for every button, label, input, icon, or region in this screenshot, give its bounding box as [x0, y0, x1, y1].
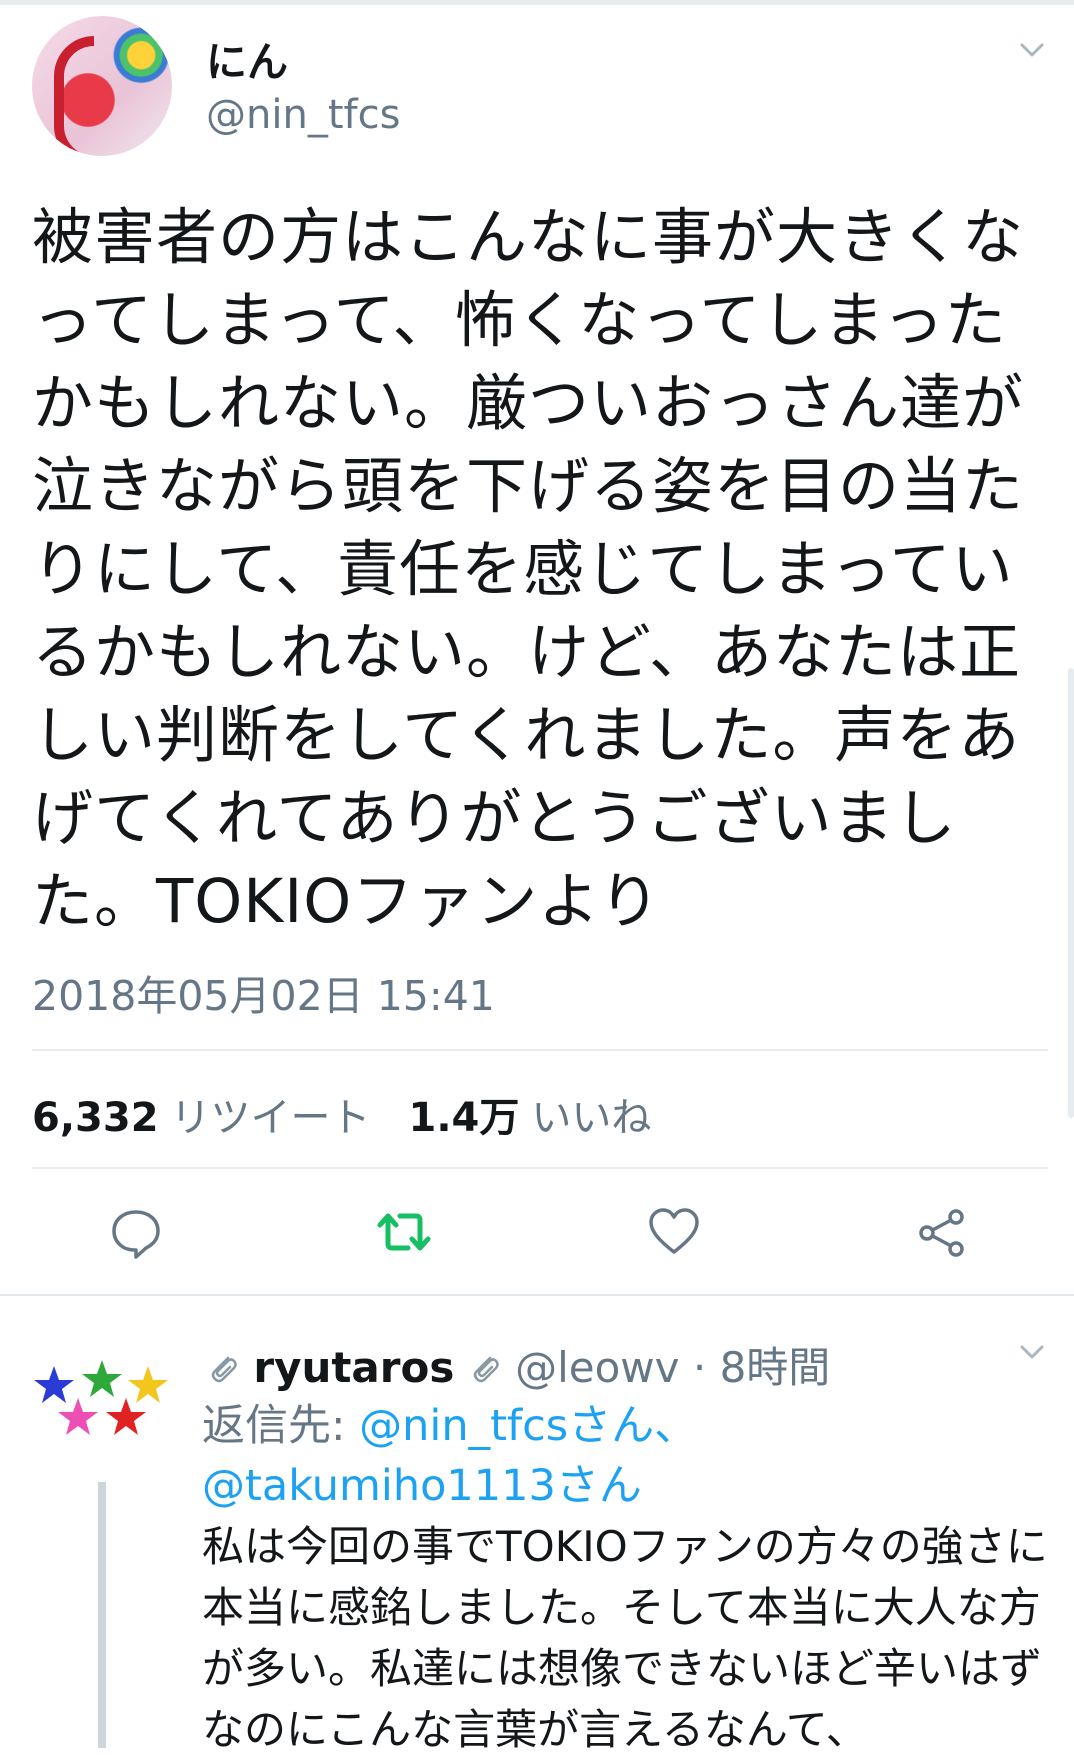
- mention-link[interactable]: @takumiho1113さん: [202, 1461, 642, 1511]
- chevron-down-icon[interactable]: [1018, 1338, 1046, 1366]
- dot-separator: ·: [692, 1343, 707, 1392]
- thread-line: [98, 1482, 106, 1748]
- divider: [32, 1167, 1048, 1169]
- tweet-text: 被害者の方はこんなに事が大きくなってしまって、怖くなってしまったかもしれない。厳…: [32, 202, 1025, 937]
- retweet-icon[interactable]: [376, 1204, 432, 1260]
- like-label[interactable]: いいね: [531, 1095, 651, 1141]
- section-separator: [0, 1294, 1074, 1296]
- tweet-timestamp: 2018年05月02日 15:41: [32, 972, 495, 1020]
- like-count[interactable]: 1.4万: [409, 1095, 520, 1141]
- reply-text: 私は今回の事でTOKIOファンの方々の強さに本当に感銘しました。そして本当に大人…: [202, 1522, 1048, 1754]
- reply-display-name[interactable]: ryutaros: [253, 1343, 454, 1392]
- replying-to-prefix: 返信先:: [202, 1401, 360, 1451]
- paperclip-icon: [468, 1347, 502, 1383]
- mention-link[interactable]: @nin_tfcsさん、: [359, 1401, 697, 1451]
- chevron-down-icon[interactable]: [1018, 36, 1046, 64]
- paperclip-icon: [206, 1347, 240, 1383]
- tweet-stats: 6,332 リツイート 1.4万 いいね: [32, 1085, 651, 1143]
- reply-handle[interactable]: @leowv: [515, 1343, 679, 1392]
- user-handle[interactable]: @nin_tfcs: [206, 92, 400, 138]
- reply-time[interactable]: 8時間: [720, 1343, 831, 1392]
- share-icon[interactable]: [914, 1204, 970, 1260]
- reply-avatar[interactable]: [32, 1356, 172, 1466]
- reply-icon[interactable]: [108, 1204, 164, 1260]
- retweet-label[interactable]: リツイート: [171, 1095, 371, 1141]
- display-name[interactable]: にん: [206, 28, 288, 88]
- retweet-count[interactable]: 6,332: [32, 1095, 159, 1141]
- heart-icon[interactable]: [646, 1204, 702, 1260]
- reply-header: ryutaros @leowv · 8時間: [206, 1334, 830, 1395]
- top-border: [0, 0, 1074, 5]
- divider: [32, 1049, 1048, 1051]
- scrollbar[interactable]: [1068, 668, 1074, 1118]
- replying-to: 返信先: @nin_tfcsさん、 @takumiho1113さん: [202, 1396, 1052, 1516]
- user-avatar[interactable]: [32, 16, 172, 156]
